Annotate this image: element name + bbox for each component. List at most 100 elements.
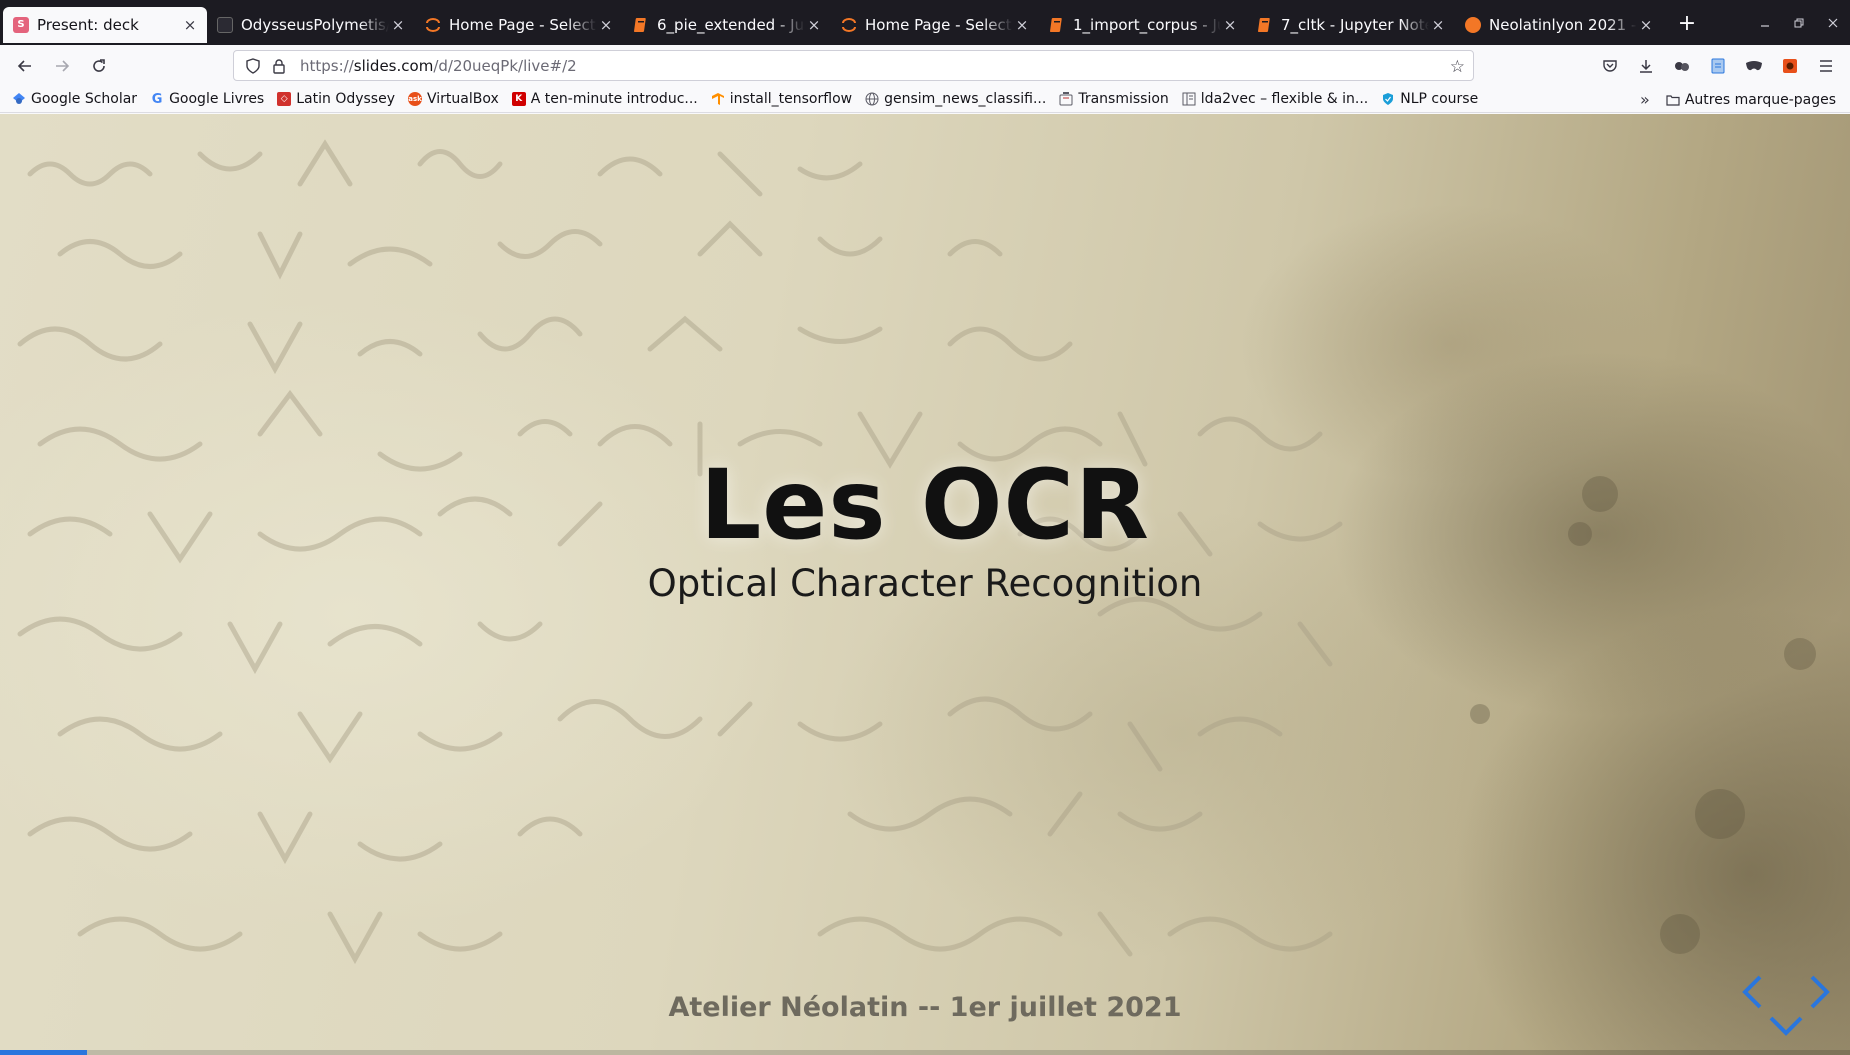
url-text[interactable]: https://slides.com/d/20ueqPk/live#/2 (300, 57, 577, 75)
tab-1[interactable]: OdysseusPolymetis/ne × (207, 7, 415, 43)
close-tab-icon[interactable]: × (1637, 16, 1655, 34)
next-slide-arrow-icon[interactable] (1808, 974, 1832, 1010)
close-tab-icon[interactable]: × (1221, 16, 1239, 34)
bookmark-label: A ten-minute introduc... (530, 91, 698, 107)
new-tab-button[interactable]: + (1669, 8, 1705, 40)
tab-title: Present: deck (37, 15, 139, 34)
minimize-icon[interactable] (1748, 8, 1782, 38)
tab-title: 7_cltk - Jupyter Notebo (1281, 15, 1429, 34)
bookmark-label: gensim_news_classifi... (884, 91, 1047, 107)
bookmark-gensim[interactable]: gensim_news_classifi... (865, 91, 1046, 107)
close-tab-icon[interactable]: × (389, 16, 407, 34)
bookmark-label: install_tensorflow (729, 91, 853, 107)
url-host: slides.com (353, 56, 434, 75)
slide-footer: Atelier Néolatin -- 1er juillet 2021 (668, 992, 1182, 1023)
ask-icon: ask (408, 92, 422, 106)
tab-title: OdysseusPolymetis/ne (241, 15, 389, 34)
navigation-toolbar: https://slides.com/d/20ueqPk/live#/2 ☆ (0, 45, 1850, 86)
tab-title: 1_import_corpus - Jupy (1073, 15, 1221, 34)
tab-title: Home Page - Select or (865, 15, 1013, 34)
keras-icon: K (511, 92, 526, 106)
tab-0[interactable]: S Present: deck × (3, 6, 207, 43)
close-tab-icon[interactable]: × (1013, 16, 1031, 34)
forward-arrow-icon[interactable] (45, 51, 79, 81)
bookmarks-overflow-area: » Autres marque-pages (1640, 86, 1836, 113)
tab-2[interactable]: Home Page - Select or × (415, 7, 623, 43)
browser-window: S Present: deck × OdysseusPolymetis/ne ×… (0, 0, 1850, 1055)
menu-hamburger-icon[interactable] (1808, 50, 1844, 81)
notebook-icon (1257, 17, 1273, 33)
url-scheme: https:// (300, 56, 354, 75)
tab-strip: S Present: deck × OdysseusPolymetis/ne ×… (0, 0, 1850, 45)
toolbar-extensions (1592, 50, 1844, 81)
folder-icon (1666, 93, 1680, 107)
jupyter-icon (841, 17, 857, 33)
tracking-shield-icon[interactable] (242, 57, 264, 74)
slide-viewport[interactable]: Les OCR Optical Character Recognition At… (0, 114, 1850, 1055)
scholar-icon (12, 92, 26, 106)
transmission-icon (1059, 92, 1073, 106)
google-icon: G (151, 91, 163, 107)
close-tab-icon[interactable]: × (1429, 16, 1447, 34)
book-icon (1182, 92, 1196, 106)
download-icon[interactable] (1628, 50, 1664, 81)
bookmark-label: Google Scholar (31, 91, 138, 107)
bookmark-label: NLP course (1400, 91, 1479, 107)
restore-icon[interactable] (1782, 8, 1816, 38)
bookmark-label: VirtualBox (427, 91, 499, 107)
neolatin-icon (1465, 16, 1481, 33)
back-arrow-icon[interactable] (8, 51, 42, 81)
extension-mask-icon[interactable] (1736, 50, 1772, 81)
chevron-double-right-icon[interactable]: » (1640, 90, 1650, 109)
other-bookmarks-folder[interactable]: Autres marque-pages (1666, 92, 1836, 108)
bookmark-nlp-course[interactable]: NLP course (1381, 91, 1478, 107)
close-tab-icon[interactable]: × (597, 16, 615, 34)
bookmark-star-icon[interactable]: ☆ (1450, 57, 1465, 77)
extension-glasses-icon[interactable] (1664, 50, 1700, 81)
close-tab-icon[interactable]: × (181, 16, 199, 34)
shield-icon (1381, 92, 1395, 106)
bookmark-google-livres[interactable]: G Google Livres (150, 91, 265, 107)
bookmark-lda2vec[interactable]: lda2vec – flexible & in... (1182, 91, 1368, 107)
bookmark-install-tensorflow[interactable]: install_tensorflow (711, 91, 852, 107)
pocket-icon[interactable] (1592, 50, 1628, 81)
extension-reader-icon[interactable] (1700, 50, 1736, 81)
github-icon (217, 16, 233, 33)
bookmark-label: Latin Odyssey (296, 91, 395, 107)
globe-icon (865, 92, 879, 106)
bookmark-ten-minute-intro[interactable]: K A ten-minute introduc... (511, 91, 698, 107)
slide-progress-fill (0, 1050, 87, 1055)
bookmark-label: lda2vec – flexible & in... (1200, 91, 1369, 107)
jupyter-icon (425, 17, 441, 33)
reload-icon[interactable] (82, 51, 116, 81)
other-bookmarks-label: Autres marque-pages (1684, 91, 1836, 108)
slide-subtitle: Optical Character Recognition (647, 562, 1203, 605)
slide-title: Les OCR (700, 449, 1150, 561)
tensorflow-icon (711, 92, 725, 106)
prev-slide-arrow-icon[interactable] (1740, 974, 1764, 1010)
tab-3[interactable]: 6_pie_extended - Jupy × (623, 7, 831, 43)
url-path: /d/20ueqPk/live#/2 (433, 56, 577, 75)
tab-4[interactable]: Home Page - Select or × (831, 7, 1039, 43)
lock-icon[interactable] (268, 58, 290, 74)
tab-title: Home Page - Select or (449, 15, 597, 34)
extension-fox-icon[interactable] (1772, 50, 1808, 81)
window-controls (1748, 0, 1850, 45)
bookmark-transmission[interactable]: Transmission (1059, 91, 1169, 107)
bookmark-label: Transmission (1078, 91, 1169, 107)
notebook-icon (633, 17, 649, 33)
slide-progress-bar (0, 1050, 1850, 1055)
address-bar[interactable]: https://slides.com/d/20ueqPk/live#/2 ☆ (233, 50, 1474, 81)
bookmark-google-scholar[interactable]: Google Scholar (12, 91, 137, 107)
tab-5[interactable]: 1_import_corpus - Jupy × (1039, 7, 1247, 43)
down-slide-arrow-icon[interactable] (1768, 1014, 1804, 1038)
latin-odyssey-icon: ◇ (277, 92, 292, 106)
slides-icon: S (13, 16, 29, 33)
close-window-icon[interactable] (1816, 8, 1850, 38)
bookmark-label: Google Livres (169, 91, 265, 107)
bookmark-virtualbox[interactable]: ask VirtualBox (408, 91, 499, 107)
close-tab-icon[interactable]: × (805, 16, 823, 34)
tab-6[interactable]: 7_cltk - Jupyter Notebo × (1247, 7, 1455, 43)
bookmark-latin-odyssey[interactable]: ◇ Latin Odyssey (277, 91, 395, 107)
tab-7[interactable]: Neolatinlyon 2021 - éc × (1455, 7, 1663, 43)
